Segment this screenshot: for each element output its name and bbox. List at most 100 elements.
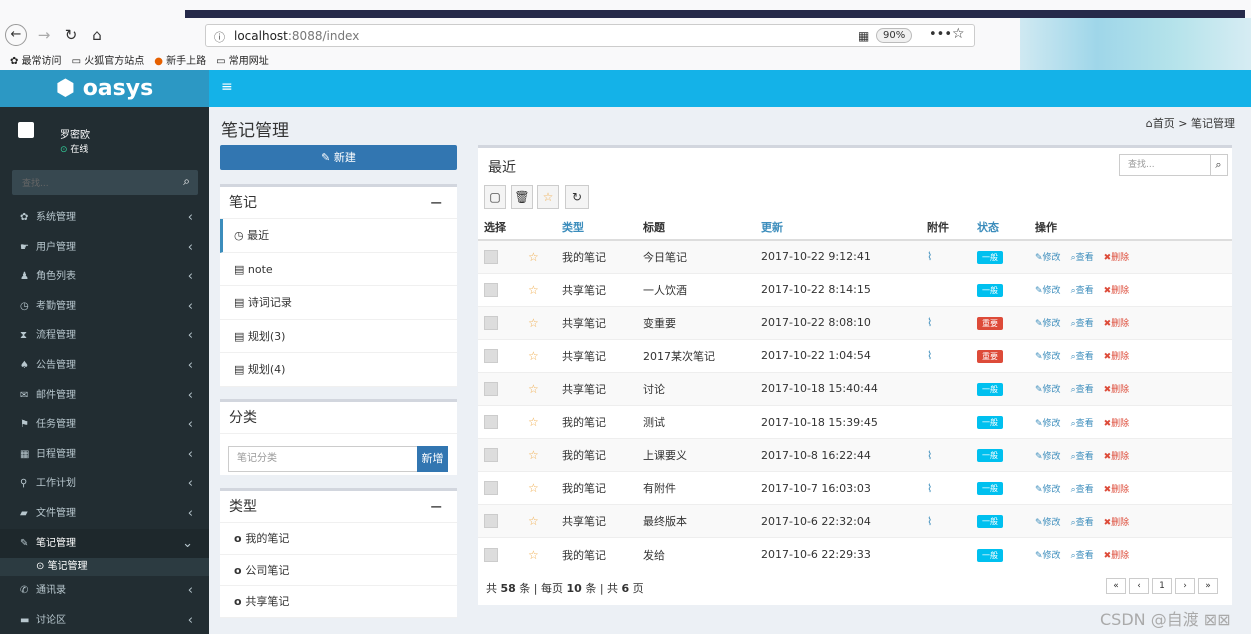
note-title[interactable]: 今日笔记 [643, 239, 761, 274]
search-icon[interactable]: ⌕ [1210, 154, 1228, 176]
delete-button[interactable]: ✖删除 [1104, 352, 1130, 362]
note-title[interactable]: 2017某次笔记 [643, 338, 761, 373]
paperclip-icon[interactable]: ⌇ [927, 515, 932, 528]
trash-icon[interactable]: 🗑 [511, 185, 533, 209]
table-row[interactable]: ☆ 共享笔记 2017某次笔记 2017-10-22 1:04:54 ⌇ 重要 ✎修改 ⌕查看… [478, 338, 1232, 373]
star-filter-icon[interactable]: ☆ [537, 185, 559, 209]
delete-button[interactable]: ✖删除 [1104, 419, 1130, 429]
edit-button[interactable]: ✎修改 [1035, 419, 1061, 429]
sidebar-item-11[interactable]: ✎ 笔记管理 ⌄ [0, 528, 209, 559]
view-button[interactable]: ⌕查看 [1071, 452, 1094, 462]
delete-button[interactable]: ✖删除 [1104, 452, 1130, 462]
sidebar-item-7[interactable]: ⚑ 任务管理 ‹ [0, 410, 209, 440]
url-bar[interactable]: ⓘ localhost:8088/index ▦ 90% ••• ☆ [205, 24, 975, 47]
breadcrumb-home[interactable]: 首页 [1153, 117, 1175, 130]
menu-toggle-icon[interactable]: ≡ [221, 79, 233, 95]
paperclip-icon[interactable]: ⌇ [927, 250, 932, 263]
table-row[interactable]: ☆ 我的笔记 有附件 2017-10-7 16:03:03 ⌇ 一般 ✎修改 ⌕查看 ✖删除 [478, 471, 1232, 505]
home-button[interactable]: ⌂ [86, 24, 108, 46]
sidebar-subitem-notes[interactable]: ⊙ 笔记管理 [0, 558, 209, 577]
edit-button[interactable]: ✎修改 [1035, 518, 1061, 528]
refresh-icon[interactable]: ↻ [565, 185, 589, 209]
bookmark-firefox[interactable]: ▭ 火狐官方站点 [72, 52, 145, 68]
view-button[interactable]: ⌕查看 [1071, 518, 1094, 528]
row-checkbox[interactable] [484, 348, 498, 363]
edit-button[interactable]: ✎修改 [1035, 319, 1061, 329]
column-header[interactable]: 更新 [761, 215, 927, 241]
row-checkbox[interactable] [484, 381, 498, 396]
edit-button[interactable]: ✎修改 [1035, 286, 1061, 296]
paperclip-icon[interactable]: ⌇ [927, 316, 932, 329]
collapse-icon[interactable]: − [430, 491, 443, 523]
type-nav-item[interactable]: o 共享笔记 [220, 586, 457, 618]
forward-button[interactable]: → [33, 24, 55, 46]
notes-nav-item[interactable]: ▤ 诗词记录 [220, 286, 457, 320]
notes-nav-item[interactable]: ◷ 最近 [220, 219, 457, 253]
row-checkbox[interactable] [484, 282, 498, 297]
first-page-icon[interactable]: « [1106, 578, 1126, 594]
column-header[interactable]: 状态 [977, 215, 1035, 241]
note-title[interactable]: 上课要义 [643, 438, 761, 472]
note-title[interactable]: 讨论 [643, 371, 761, 406]
reload-button[interactable]: ↻ [60, 24, 82, 46]
add-category-button[interactable]: 新增 [417, 446, 448, 472]
view-button[interactable]: ⌕查看 [1071, 419, 1094, 429]
star-icon[interactable]: ☆ [528, 250, 539, 264]
paperclip-icon[interactable]: ⌇ [927, 482, 932, 495]
notes-nav-item[interactable]: ▤ 规划(4) [220, 353, 457, 387]
delete-button[interactable]: ✖删除 [1104, 485, 1130, 495]
edit-button[interactable]: ✎修改 [1035, 352, 1061, 362]
new-note-button[interactable]: ✎ 新建 [220, 145, 457, 170]
sidebar-search[interactable]: 查找... ⌕ [12, 170, 198, 195]
zoom-indicator[interactable]: 90% [876, 28, 913, 43]
star-icon[interactable]: ☆ [528, 481, 539, 495]
row-checkbox[interactable] [484, 448, 498, 463]
sidebar-item-6[interactable]: ✉ 邮件管理 ‹ [0, 381, 209, 411]
view-button[interactable]: ⌕查看 [1071, 319, 1094, 329]
column-header[interactable]: 类型 [562, 215, 643, 241]
avatar[interactable] [18, 122, 34, 138]
edit-button[interactable]: ✎修改 [1035, 551, 1061, 561]
view-button[interactable]: ⌕查看 [1071, 253, 1094, 263]
edit-button[interactable]: ✎修改 [1035, 485, 1061, 495]
qr-icon[interactable]: ▦ [858, 29, 869, 43]
select-all-button[interactable]: ▢ [484, 185, 506, 209]
table-row[interactable]: ☆ 我的笔记 今日笔记 2017-10-22 9:12:41 ⌇ 一般 ✎修改 ⌕查看 ✖删除 [478, 239, 1232, 274]
note-title[interactable]: 变重要 [643, 305, 761, 340]
edit-button[interactable]: ✎修改 [1035, 452, 1061, 462]
delete-button[interactable]: ✖删除 [1104, 253, 1130, 263]
star-icon[interactable]: ☆ [528, 548, 539, 562]
table-row[interactable]: ☆ 共享笔记 最终版本 2017-10-6 22:32:04 ⌇ 一般 ✎修改 ⌕查看 ✖删除 [478, 504, 1232, 538]
star-icon[interactable]: ☆ [528, 316, 539, 330]
note-title[interactable]: 一人饮酒 [643, 272, 761, 307]
sidebar-item-10[interactable]: ▰ 文件管理 ‹ [0, 499, 209, 529]
paperclip-icon[interactable]: ⌇ [927, 349, 932, 362]
table-row[interactable]: ☆ 我的笔记 测试 2017-10-18 15:39:45 一般 ✎修改 ⌕查看 ✖删除 [478, 404, 1232, 439]
collapse-icon[interactable]: − [430, 187, 443, 219]
sidebar-item-9[interactable]: ⚲ 工作计划 ‹ [0, 469, 209, 499]
sidebar-item-4[interactable]: ⧗ 流程管理 ‹ [0, 321, 209, 351]
delete-button[interactable]: ✖删除 [1104, 286, 1130, 296]
search-icon[interactable]: ⌕ [183, 174, 190, 189]
view-button[interactable]: ⌕查看 [1071, 352, 1094, 362]
category-input[interactable]: 笔记分类 [228, 446, 418, 472]
row-checkbox[interactable] [484, 547, 498, 562]
table-row[interactable]: ☆ 我的笔记 上课要义 2017-10-8 16:22:44 ⌇ 一般 ✎修改 ⌕查看 ✖删除 [478, 438, 1232, 472]
table-row[interactable]: ☆ 共享笔记 一人饮酒 2017-10-22 8:14:15 一般 ✎修改 ⌕查看 ✖删除 [478, 272, 1232, 307]
delete-button[interactable]: ✖删除 [1104, 518, 1130, 528]
sidebar-search-input[interactable]: 查找... [22, 176, 49, 189]
edit-button[interactable]: ✎修改 [1035, 385, 1061, 395]
view-button[interactable]: ⌕查看 [1071, 485, 1094, 495]
back-button[interactable]: ← [5, 24, 27, 46]
sidebar-item-8[interactable]: ▦ 日程管理 ‹ [0, 440, 209, 470]
next-page-icon[interactable]: › [1175, 578, 1195, 594]
bookmark-getting-started[interactable]: ● 新手上路 [154, 52, 206, 68]
star-icon[interactable]: ☆ [528, 415, 539, 429]
paperclip-icon[interactable]: ⌇ [927, 449, 932, 462]
sidebar-item-13[interactable]: ▬ 讨论区 ‹ [0, 606, 209, 635]
star-icon[interactable]: ☆ [528, 448, 539, 462]
note-title[interactable]: 发给 [643, 537, 761, 571]
sidebar-item-2[interactable]: ♟ 角色列表 ‹ [0, 262, 209, 292]
prev-page-icon[interactable]: ‹ [1129, 578, 1149, 594]
row-checkbox[interactable] [484, 249, 498, 264]
